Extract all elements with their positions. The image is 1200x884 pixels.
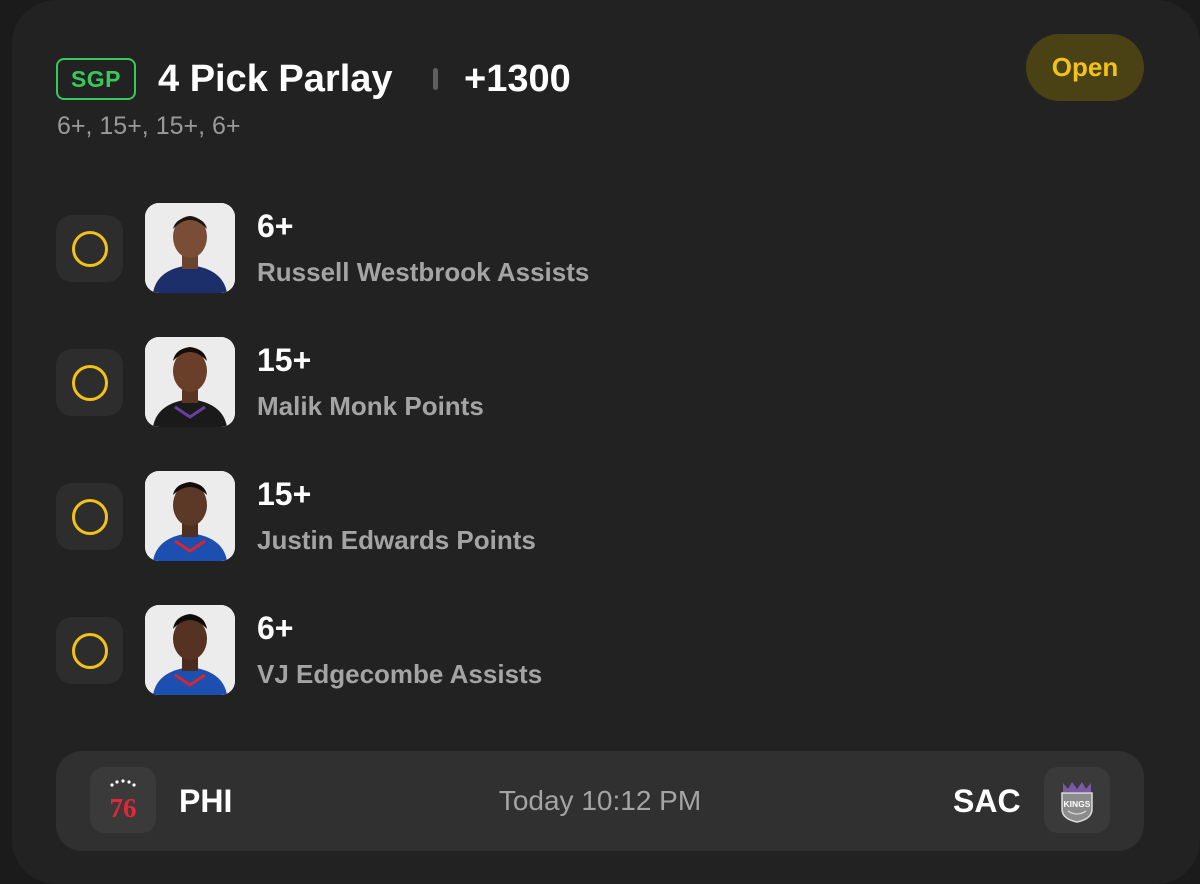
pending-circle-icon <box>71 364 108 401</box>
kings-logo-text: KINGS <box>1064 799 1091 809</box>
pending-circle-icon <box>71 632 108 669</box>
parlay-lines-summary: 6+, 15+, 15+, 6+ <box>57 112 241 140</box>
pending-circle-icon <box>71 498 108 535</box>
player-avatar <box>145 203 235 293</box>
leg-market: Malik Monk Points <box>257 391 484 421</box>
leg-line: 15+ <box>257 342 312 378</box>
leg-line: 6+ <box>257 610 294 646</box>
kings-logo-icon: KINGS <box>1044 767 1110 833</box>
leg-status-checkbox[interactable] <box>56 483 123 550</box>
home-team-abbr: SAC <box>953 783 1021 819</box>
sgp-badge: SGP <box>56 58 136 100</box>
leg-status-checkbox[interactable] <box>56 349 123 416</box>
pending-circle-icon <box>71 230 108 267</box>
game-info-bar[interactable]: 76 PHI Today 10:12 PM SAC KINGS <box>56 751 1144 851</box>
leg-line: 6+ <box>257 208 294 244</box>
parlay-odds: +1300 <box>464 58 571 100</box>
leg-row[interactable]: 15+ Malik Monk Points <box>56 337 956 429</box>
leg-row[interactable]: 6+ VJ Edgecombe Assists <box>56 605 956 697</box>
leg-market: VJ Edgecombe Assists <box>257 659 543 689</box>
leg-status-checkbox[interactable] <box>56 617 123 684</box>
parlay-title: 4 Pick Parlay <box>158 58 393 100</box>
player-avatar <box>145 337 235 427</box>
player-avatar <box>145 605 235 695</box>
parlay-card[interactable]: SGP 4 Pick Parlay +1300 6+, 15+, 15+, 6+… <box>12 0 1200 884</box>
title-divider <box>433 68 438 90</box>
leg-row[interactable]: 15+ Justin Edwards Points <box>56 471 956 563</box>
leg-line: 15+ <box>257 476 312 512</box>
leg-status-checkbox[interactable] <box>56 215 123 282</box>
status-badge: Open <box>1026 34 1144 101</box>
leg-row[interactable]: 6+ Russell Westbrook Assists <box>56 203 956 295</box>
leg-market: Justin Edwards Points <box>257 525 536 555</box>
leg-market: Russell Westbrook Assists <box>257 257 590 287</box>
player-avatar <box>145 471 235 561</box>
